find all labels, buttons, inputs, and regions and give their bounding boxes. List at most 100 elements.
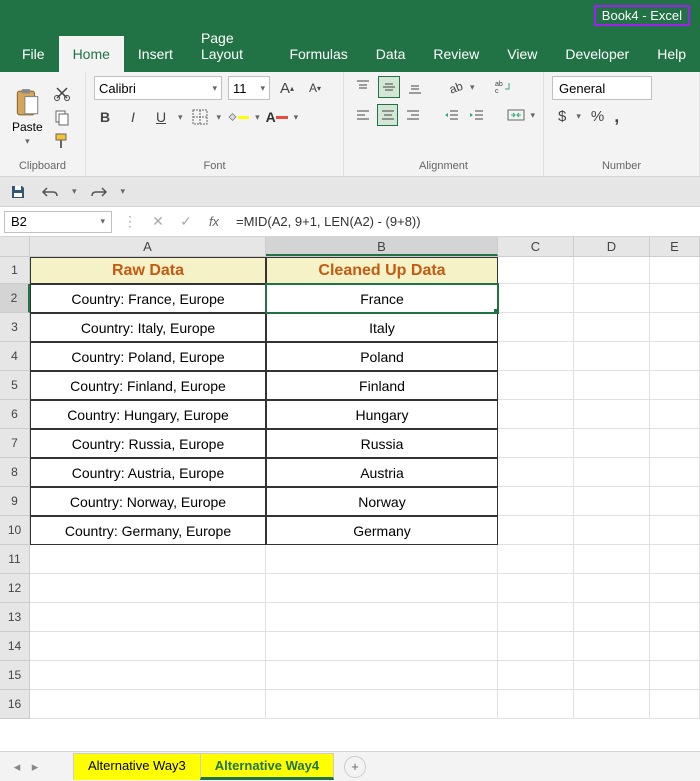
column-header[interactable]: B (266, 237, 498, 256)
chevron-down-icon[interactable]: ▾ (121, 186, 126, 197)
cell[interactable] (266, 690, 498, 719)
cell[interactable]: Cleaned Up Data (266, 257, 498, 284)
cell[interactable]: Country: Hungary, Europe (30, 400, 266, 429)
sheet-tab[interactable]: Alternative Way4 (200, 753, 334, 780)
align-right-icon[interactable] (402, 104, 423, 126)
cell[interactable] (498, 574, 574, 603)
cell[interactable]: Finland (266, 371, 498, 400)
row-header[interactable]: 13 (0, 603, 30, 632)
cell[interactable] (498, 429, 574, 458)
cell[interactable] (30, 574, 266, 603)
tab-nav-prev-icon[interactable]: ◂ (8, 759, 26, 775)
row-header[interactable]: 3 (0, 313, 30, 342)
cell[interactable]: Austria (266, 458, 498, 487)
ribbon-tab-page-layout[interactable]: Page Layout (187, 20, 276, 72)
ribbon-tab-formulas[interactable]: Formulas (275, 36, 361, 72)
copy-icon[interactable] (53, 108, 71, 126)
cell[interactable] (498, 632, 574, 661)
ribbon-tab-insert[interactable]: Insert (124, 36, 187, 72)
cut-icon[interactable] (53, 84, 71, 102)
cell[interactable] (30, 632, 266, 661)
row-header[interactable]: 10 (0, 516, 30, 545)
cell[interactable]: Raw Data (30, 257, 266, 284)
undo-icon[interactable] (40, 182, 60, 202)
cell[interactable]: Italy (266, 313, 498, 342)
cell[interactable] (574, 574, 650, 603)
cell[interactable]: Country: Austria, Europe (30, 458, 266, 487)
orientation-icon[interactable]: ab (444, 76, 466, 98)
fill-handle[interactable] (494, 309, 498, 313)
enter-formula-icon[interactable]: ✓ (172, 213, 200, 230)
row-header[interactable]: 11 (0, 545, 30, 574)
cell[interactable] (498, 516, 574, 545)
row-header[interactable]: 1 (0, 257, 30, 284)
row-header[interactable]: 4 (0, 342, 30, 371)
align-center-icon[interactable] (377, 104, 398, 126)
cell[interactable] (574, 458, 650, 487)
cell[interactable] (650, 342, 700, 371)
ribbon-tab-help[interactable]: Help (643, 36, 700, 72)
cell[interactable] (266, 661, 498, 690)
ribbon-tab-file[interactable]: File (8, 36, 59, 72)
increase-font-icon[interactable]: A▴ (276, 77, 298, 99)
decrease-indent-icon[interactable] (441, 104, 462, 126)
cell[interactable] (574, 284, 650, 313)
row-header[interactable]: 5 (0, 371, 30, 400)
cell[interactable] (650, 458, 700, 487)
cell[interactable] (650, 632, 700, 661)
cell[interactable] (498, 458, 574, 487)
cell[interactable] (574, 342, 650, 371)
fx-icon[interactable]: fx (200, 214, 228, 229)
percent-icon[interactable]: % (591, 108, 604, 125)
cell[interactable]: Country: Norway, Europe (30, 487, 266, 516)
row-header[interactable]: 6 (0, 400, 30, 429)
cell[interactable] (650, 574, 700, 603)
chevron-down-icon[interactable]: ▾ (294, 112, 299, 123)
ribbon-tab-review[interactable]: Review (419, 36, 493, 72)
cell[interactable] (498, 661, 574, 690)
paste-button[interactable]: Paste ▾ (8, 86, 47, 149)
bold-button[interactable]: B (94, 106, 116, 128)
chevron-down-icon[interactable]: ▾ (576, 111, 581, 122)
row-header[interactable]: 14 (0, 632, 30, 661)
redo-icon[interactable] (89, 182, 109, 202)
align-left-icon[interactable] (352, 104, 373, 126)
chevron-down-icon[interactable]: ▾ (217, 112, 222, 123)
cell[interactable]: Country: France, Europe (30, 284, 266, 313)
ribbon-tab-data[interactable]: Data (362, 36, 420, 72)
cell[interactable] (498, 487, 574, 516)
name-box[interactable]: B2▾ (4, 211, 112, 233)
cell[interactable] (574, 603, 650, 632)
ribbon-tab-home[interactable]: Home (59, 36, 124, 72)
column-header[interactable]: A (30, 237, 266, 256)
add-sheet-button[interactable]: + (344, 756, 366, 778)
fill-color-button[interactable] (227, 106, 249, 128)
cell[interactable] (266, 603, 498, 632)
cell[interactable] (650, 400, 700, 429)
cell[interactable] (498, 284, 574, 313)
cell[interactable] (574, 487, 650, 516)
wrap-text-icon[interactable]: abc (493, 76, 515, 98)
cell[interactable]: Russia (266, 429, 498, 458)
cell[interactable] (266, 632, 498, 661)
cell[interactable] (650, 284, 700, 313)
cell[interactable] (30, 603, 266, 632)
chevron-down-icon[interactable]: ▾ (255, 112, 260, 123)
tab-nav-next-icon[interactable]: ▸ (26, 759, 44, 775)
currency-icon[interactable]: $ (558, 108, 566, 125)
cell[interactable] (574, 429, 650, 458)
cell[interactable]: Country: Russia, Europe (30, 429, 266, 458)
cell[interactable]: Country: Poland, Europe (30, 342, 266, 371)
cell[interactable] (650, 487, 700, 516)
formula-input[interactable]: =MID(A2, 9+1, LEN(A2) - (9+8)) (228, 214, 700, 229)
align-top-icon[interactable] (352, 76, 374, 98)
row-header[interactable]: 2 (0, 284, 30, 313)
cell[interactable] (574, 257, 650, 284)
row-header[interactable]: 8 (0, 458, 30, 487)
cell[interactable] (574, 400, 650, 429)
column-header[interactable]: C (498, 237, 574, 256)
cell[interactable] (574, 516, 650, 545)
cell[interactable] (650, 603, 700, 632)
align-middle-icon[interactable] (378, 76, 400, 98)
cell[interactable] (30, 545, 266, 574)
